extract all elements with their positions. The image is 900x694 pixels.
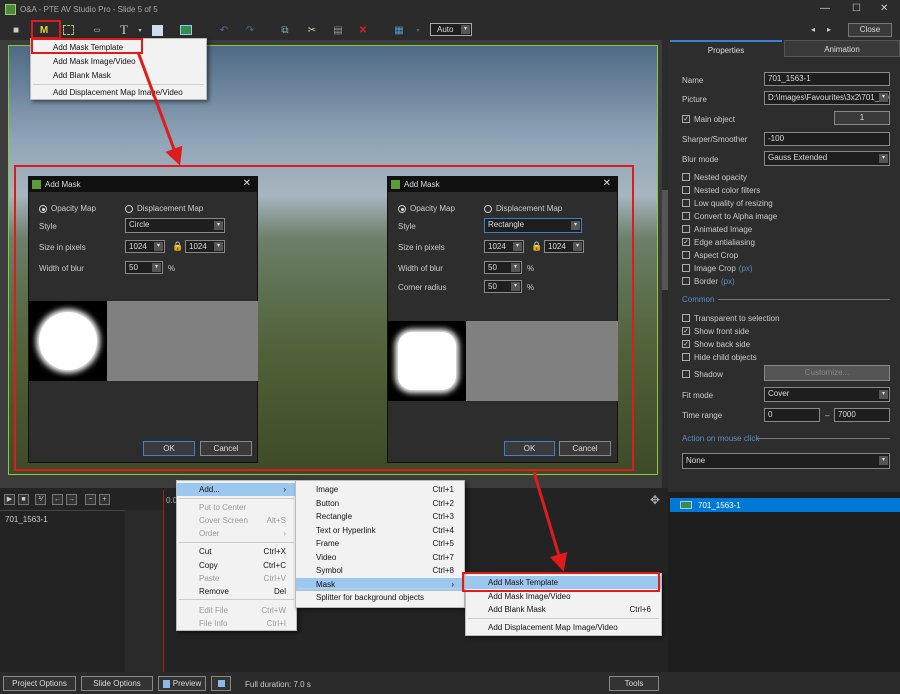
fullscreen-preview-button[interactable] <box>211 676 231 691</box>
tools-button[interactable]: Tools <box>609 676 659 691</box>
annotation-arrows <box>136 51 568 572</box>
preview-label: Preview <box>172 679 202 688</box>
preview-button[interactable]: Preview <box>158 676 206 691</box>
project-options-button[interactable]: Project Options <box>3 676 76 691</box>
preview-icon <box>163 680 170 688</box>
arrow-to-mask-submenu <box>532 471 568 572</box>
slide-options-button[interactable]: Slide Options <box>81 676 153 691</box>
duration-text: Full duration: 7.0 s <box>245 680 311 689</box>
arrow-to-dialogs <box>136 51 183 166</box>
monitor-icon <box>218 680 225 687</box>
